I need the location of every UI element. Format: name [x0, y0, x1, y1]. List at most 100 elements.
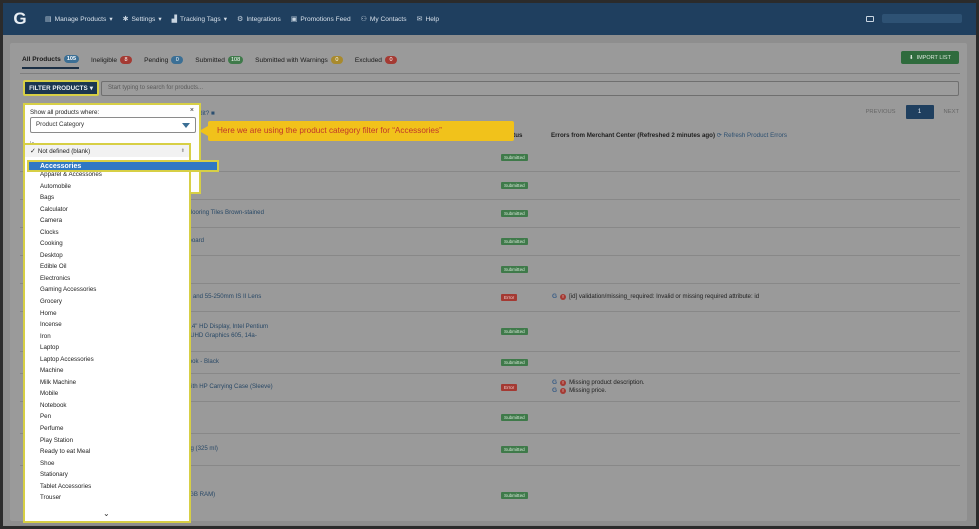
dropdown-option[interactable]: Grocery: [25, 296, 189, 308]
dropdown-option[interactable]: Electronics: [25, 273, 189, 285]
product-search-input[interactable]: Start typing to search for products...: [101, 81, 959, 96]
dropdown-option[interactable]: Iron: [25, 331, 189, 343]
status-badge: Submitted: [501, 154, 528, 161]
nav-item-my-contacts[interactable]: ⚇ My Contacts: [360, 15, 407, 24]
nav-item-integrations[interactable]: ⚙ Integrations: [237, 15, 281, 24]
tab-label: Excluded: [354, 56, 382, 64]
sort-arrows-icon: ⬍: [180, 148, 185, 154]
count-badge: 0: [171, 56, 184, 64]
dropdown-option[interactable]: Bags: [25, 192, 189, 204]
table-row-divider: [20, 525, 960, 526]
dropdown-option[interactable]: Trouser: [25, 492, 189, 504]
dropdown-option[interactable]: Notebook: [25, 400, 189, 412]
pagination: PREVIOUS 1 NEXT: [866, 105, 959, 119]
tab-label: Submitted with Warnings: [255, 56, 328, 64]
dropdown-option-blank[interactable]: ✓ Not defined (blank) ⬍: [25, 145, 189, 157]
nav-item-help[interactable]: ✉ Help: [417, 15, 439, 24]
dropdown-option[interactable]: Mobile: [25, 388, 189, 400]
status-badge: Submitted: [501, 266, 528, 273]
google-icon: G: [552, 293, 558, 300]
dropdown-options: Apparel & Accessories Automobile Bags Calcu…: [25, 157, 189, 504]
status-badge: Submitted: [501, 182, 528, 189]
nav-icon: ▟: [171, 16, 178, 23]
tab-pending[interactable]: Pending 0: [144, 55, 184, 69]
status-badge: Submitted: [501, 210, 528, 217]
category-dropdown-list[interactable]: ✓ Not defined (blank) ⬍ Apparel & Access…: [23, 143, 191, 523]
dropdown-option[interactable]: Stationary: [25, 469, 189, 481]
dropdown-option[interactable]: Perfume: [25, 423, 189, 435]
product-title-link[interactable]: S II and 55-250mm IS II Lens: [182, 293, 261, 302]
chevron-down-icon: ▾: [223, 16, 228, 23]
error-icon: !: [560, 387, 567, 394]
dropdown-option[interactable]: Clocks: [25, 227, 189, 239]
nav-icon: ▤: [45, 16, 52, 23]
product-title-link[interactable]: s, 14" HD Display, Intel Pentium: [182, 323, 268, 332]
dropdown-option[interactable]: Calculator: [25, 204, 189, 216]
tab-divider: [20, 73, 960, 74]
dropdown-option[interactable]: Tablet Accessories: [25, 481, 189, 493]
nav-item-tracking-tags[interactable]: ▟ Tracking Tags ▾: [171, 15, 228, 24]
dropdown-option-label: Not defined (blank): [37, 147, 91, 155]
dropdown-option[interactable]: Gaming Accessories: [25, 284, 189, 296]
dropdown-option[interactable]: Automobile: [25, 181, 189, 193]
count-badge: 108: [227, 56, 244, 64]
dropdown-option[interactable]: Camera: [25, 215, 189, 227]
tab-submitted-with-warnings[interactable]: Submitted with Warnings 0: [255, 55, 343, 69]
app-logo[interactable]: G: [5, 3, 35, 35]
user-account-menu[interactable]: [882, 14, 962, 23]
filter-products-button[interactable]: FILTER PRODUCTS ▾: [23, 80, 99, 96]
chevron-down-icon: ▾: [109, 16, 113, 23]
tab-ineligible[interactable]: Ineligible 8: [91, 55, 133, 69]
dropdown-option[interactable]: Shoe: [25, 458, 189, 470]
dropdown-option[interactable]: Laptop Accessories: [25, 354, 189, 366]
product-title-link[interactable]: k with HP Carrying Case (Sleeve): [182, 383, 273, 392]
dropdown-option[interactable]: Laptop: [25, 342, 189, 354]
error-text: Missing price.: [569, 387, 607, 394]
merchant-error-message: G! [id] validation/missing_required: Inva…: [552, 293, 759, 300]
product-title-link[interactable]: tel UHD Graphics 605, 14a-: [182, 332, 257, 341]
import-list-label: IMPORT LIST: [916, 54, 951, 61]
status-badge: Submitted: [501, 328, 528, 335]
annotation-callout: Here we are using the product category f…: [208, 121, 514, 141]
previous-page-button[interactable]: PREVIOUS: [866, 109, 896, 115]
dropdown-option[interactable]: Machine: [25, 365, 189, 377]
tab-excluded[interactable]: Excluded 0: [355, 55, 397, 69]
nav-item-manage-products[interactable]: ▤ Manage Products ▾: [45, 15, 113, 24]
dropdown-option[interactable]: Desktop: [25, 250, 189, 262]
tab-all-products[interactable]: All Products 105: [22, 55, 80, 69]
google-icon: G: [552, 387, 558, 394]
download-icon: ⬇: [909, 54, 914, 61]
dropdown-option[interactable]: Ready to eat Meal: [25, 446, 189, 458]
count-badge: 8: [120, 56, 133, 64]
google-icon: G: [552, 379, 558, 386]
dropdown-option[interactable]: Play Station: [25, 435, 189, 447]
messages-icon[interactable]: [866, 15, 874, 22]
nav-item-promotions-feed[interactable]: ▣ Promotions Feed: [291, 15, 351, 24]
next-page-button[interactable]: NEXT: [944, 109, 959, 115]
refresh-errors-link[interactable]: ⟳ Refresh Product Errors: [717, 132, 787, 139]
dropdown-option[interactable]: Edible Oil: [25, 261, 189, 273]
product-title-link[interactable]: g Flooring Tiles Brown-stained: [182, 209, 264, 218]
current-page-button[interactable]: 1: [905, 105, 934, 119]
close-icon[interactable]: ×: [190, 107, 194, 114]
dropdown-option[interactable]: Cooking: [25, 238, 189, 250]
nav-item-label: My Contacts: [369, 15, 407, 23]
status-badge: Submitted: [501, 414, 528, 421]
count-badge: 105: [63, 55, 80, 63]
scroll-down-icon[interactable]: ⌄: [103, 509, 110, 518]
tab-label: All Products: [22, 55, 61, 63]
tab-submitted[interactable]: Submitted 108: [195, 55, 244, 69]
nav-item-settings[interactable]: ✱ Settings ▾: [123, 15, 162, 24]
status-badge: Error: [501, 384, 518, 391]
nav-icon: ⚇: [360, 16, 367, 23]
import-list-button[interactable]: ⬇ IMPORT LIST: [901, 51, 959, 64]
dropdown-option[interactable]: Pen: [25, 411, 189, 423]
dropdown-option[interactable]: Home: [25, 308, 189, 320]
filter-field-value: Product Category: [36, 121, 85, 128]
dropdown-option[interactable]: Milk Machine: [25, 377, 189, 389]
status-badge: Submitted: [501, 238, 528, 245]
tab-label: Ineligible: [91, 56, 118, 64]
dropdown-option-accessories[interactable]: Accessories: [27, 160, 219, 172]
filter-field-select[interactable]: Product Category: [30, 117, 196, 133]
dropdown-option[interactable]: Incense: [25, 319, 189, 331]
